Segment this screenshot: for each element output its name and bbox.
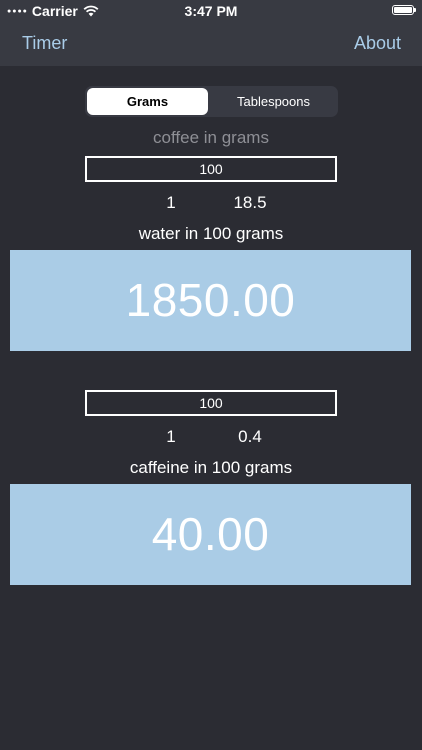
caffeine-amount-input[interactable]: 100 <box>85 390 337 416</box>
caffeine-ratio-right[interactable]: 0.4 <box>220 427 280 447</box>
caffeine-label: caffeine in 100 grams <box>129 458 293 477</box>
top-bar: ●●●● Carrier 3:47 PM Timer About <box>0 0 422 66</box>
unit-segmented-control: Grams Tablespoons <box>85 86 338 117</box>
water-ratio-right[interactable]: 18.5 <box>220 193 280 213</box>
battery-icon <box>392 5 416 15</box>
water-result: 1850.00 <box>10 250 411 351</box>
status-time: 3:47 PM <box>184 3 238 19</box>
segment-grams[interactable]: Grams <box>87 88 208 115</box>
caffeine-ratio-left: 1 <box>166 427 176 446</box>
app-screen: ●●●● Carrier 3:47 PM Timer About Grams T… <box>0 0 422 750</box>
water-label: water in 100 grams <box>138 224 284 243</box>
about-button[interactable]: About <box>354 33 401 54</box>
coffee-amount-input[interactable]: 100 <box>85 156 337 182</box>
timer-button[interactable]: Timer <box>22 33 67 54</box>
segment-tablespoons[interactable]: Tablespoons <box>211 88 336 115</box>
coffee-label: coffee in grams <box>153 128 269 147</box>
caffeine-result: 40.00 <box>10 484 411 585</box>
water-ratio-left: 1 <box>166 193 176 212</box>
